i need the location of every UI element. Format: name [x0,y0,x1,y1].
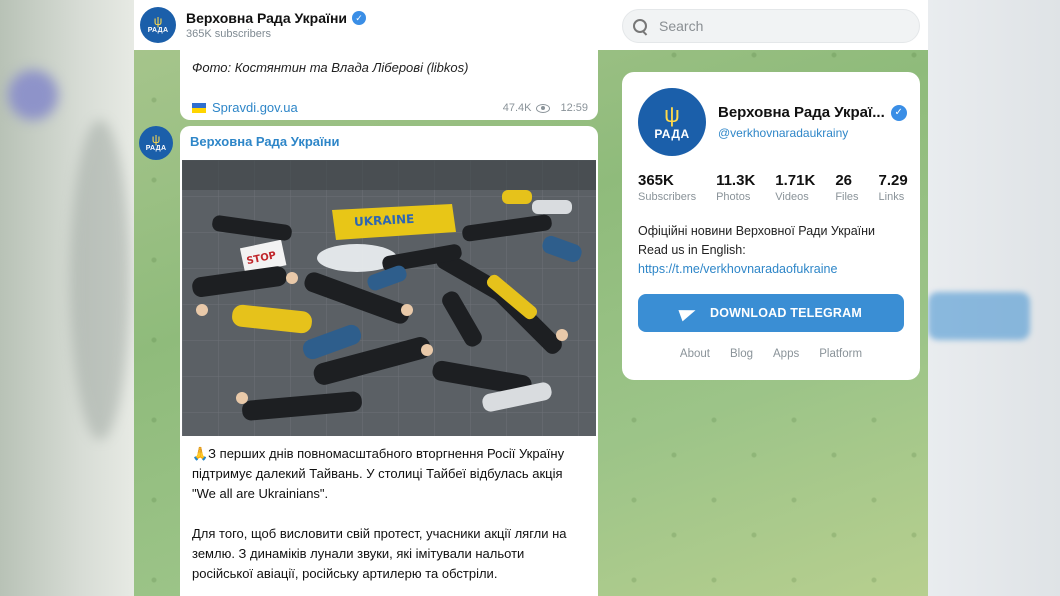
message-time: 12:59 [560,102,588,114]
channel-avatar-large: ψ РАДА [638,88,706,156]
post-author-name[interactable]: Верховна Рада України [190,134,340,149]
eye-icon [536,103,551,113]
blurred-background-left [0,0,134,596]
message-bubble: Верховна Рада України UKRAINE STOP 🙏З пе… [180,126,598,596]
footer-link-platform[interactable]: Platform [819,348,862,360]
avatar-text: РАДА [147,27,169,34]
english-channel-link[interactable]: https://t.me/verkhovnaradaofukraine [638,260,908,279]
subscriber-count: 365K subscribers [186,28,271,40]
channel-description: Офіційні новини Верховної Ради України R… [638,222,908,279]
channel-info-card: ψ РАДА Верховна Рада Украї... ✓ @verkhov… [622,72,920,380]
stat-value: 26 [835,172,852,189]
post-paragraph: Для того, щоб висловити свій протест, уч… [192,526,567,581]
card-title-text: Верховна Рада Украї... [718,104,885,121]
search-box[interactable] [622,9,920,43]
verified-icon: ✓ [890,104,907,121]
channel-name: Верховна Рада України ✓ [186,10,367,26]
search-icon [633,19,647,33]
trident-icon: ψ [151,132,161,146]
protest-photo[interactable]: UKRAINE STOP [182,160,596,436]
channel-handle[interactable]: @verkhovnaradaukrainy [718,126,848,140]
stat-subscribers: 365K Subscribers [638,172,696,203]
verified-icon: ✓ [352,11,367,25]
paper-plane-icon [678,304,698,322]
description-line: Офіційні новини Верховної Ради України [638,224,876,238]
ukraine-flag-icon [192,102,206,113]
stat-value: 11.3K [716,172,756,189]
stat-label: Files [835,191,859,203]
stat-videos: 1.71K Videos [775,172,815,203]
search-input[interactable] [659,18,899,34]
channel-avatar[interactable]: ψ РАДА [140,7,176,43]
avatar-text: РАДА [145,145,167,152]
stat-photos: 11.3K Photos [716,172,755,203]
card-footer-links: About Blog Apps Platform [622,348,920,360]
stat-files: 26 Files [835,172,858,203]
download-button-label: DOWNLOAD TELEGRAM [710,306,862,320]
previous-message-bubble: Фото: Костянтин та Влада Ліберові (libko… [180,50,598,120]
post-paragraph: 🙏З перших днів повномасштабного вторгнен… [192,446,565,501]
trident-icon: ψ [664,102,680,127]
telegram-web-window: ψ РАДА Верховна Рада України ✓ 365K subs… [134,0,928,596]
photo-caption: Фото: Костянтин та Влада Ліберові (libko… [192,60,469,75]
stat-label: Subscribers [638,191,697,203]
trident-icon: ψ [153,14,163,28]
stat-links: 7.29 Links [879,172,908,203]
message-meta: 47.4K 12:59 [503,102,588,114]
channel-stats: 365K Subscribers 11.3K Photos 1.71K Vide… [638,172,916,203]
post-author-avatar[interactable]: ψ РАДА [139,126,173,160]
description-line: Read us in English: [638,243,746,257]
blurred-background-right [928,0,1060,596]
footer-link-apps[interactable]: Apps [773,348,799,360]
footer-link-about[interactable]: About [680,348,710,360]
source-link[interactable]: Spravdi.gov.ua [192,100,298,115]
stat-value: 7.29 [878,172,908,189]
protest-photo-illustration: UKRAINE STOP [182,160,596,436]
post-body: 🙏З перших днів повномасштабного вторгнен… [192,444,588,596]
header-text: Верховна Рада України ✓ 365K subscribers [186,10,367,40]
channel-name-text: Верховна Рада України [186,10,348,26]
stat-label: Photos [716,191,751,203]
stat-label: Videos [775,191,809,203]
stat-value: 365K [638,172,674,189]
download-telegram-button[interactable]: DOWNLOAD TELEGRAM [638,294,904,332]
footer-link-blog[interactable]: Blog [730,348,753,360]
card-channel-title: Верховна Рада Украї... ✓ [718,104,914,121]
stat-value: 1.71K [775,172,816,189]
view-count: 47.4K [502,102,532,114]
source-link-text[interactable]: Spravdi.gov.ua [212,100,298,115]
stat-label: Links [878,191,905,203]
avatar-text: РАДА [654,127,690,141]
